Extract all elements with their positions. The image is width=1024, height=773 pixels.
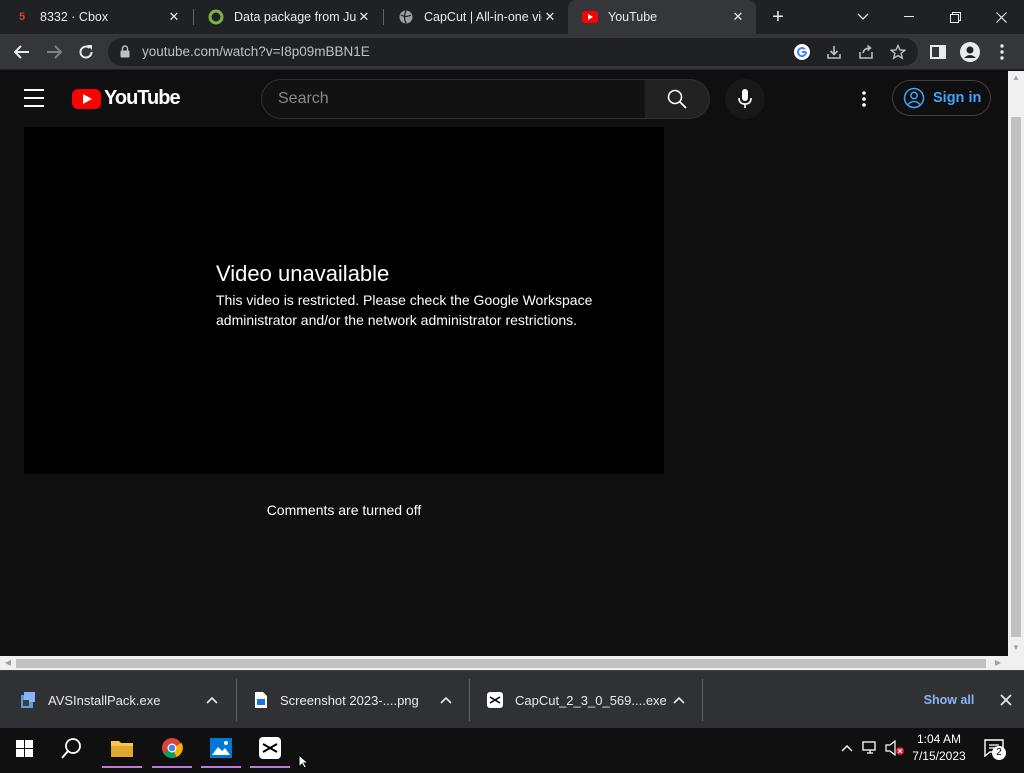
google-icon[interactable] [792, 42, 812, 62]
notification-count-badge: 2 [992, 746, 1006, 760]
youtube-masthead: YouTube Search Sign in [0, 71, 1008, 127]
system-clock[interactable]: 1:04 AM 7/15/2023 [908, 731, 970, 765]
download-filename: AVSInstallPack.exe [48, 692, 161, 708]
download-item[interactable]: Screenshot 2023-....png [254, 679, 464, 721]
close-icon[interactable]: ✕ [730, 9, 746, 25]
bookmark-star-icon[interactable] [888, 42, 908, 62]
account-circle-icon [903, 87, 925, 109]
download-separator [702, 679, 703, 721]
download-filename: CapCut_2_3_0_569....exe [515, 692, 667, 708]
tab-cbox[interactable]: 5 8332 · Cbox ✕ [0, 0, 192, 34]
tab-search-chevron-icon[interactable] [840, 0, 886, 34]
cbox-icon: 5 [18, 11, 26, 23]
tab-youtube[interactable]: YouTube ✕ [568, 0, 756, 34]
tab-capcut[interactable]: CapCut | All-in-one vid ✕ [384, 0, 568, 34]
search-icon [667, 89, 687, 109]
error-message: This video is restricted. Please check t… [216, 292, 593, 328]
download-shelf: AVSInstallPack.exe Screenshot 2023-....p… [0, 670, 1024, 728]
tab-title: Data package from July [234, 10, 356, 24]
chevron-up-icon[interactable] [671, 692, 687, 708]
action-center-icon[interactable]: 2 [980, 734, 1008, 762]
close-icon[interactable]: ✕ [542, 9, 558, 25]
install-app-icon[interactable] [824, 42, 844, 62]
show-all-button[interactable]: Show all [914, 687, 984, 713]
tab-strip: 5 8332 · Cbox ✕ Data package from July ✕… [0, 0, 1024, 34]
search-icon[interactable] [48, 728, 96, 768]
close-window-icon[interactable] [978, 0, 1024, 34]
url-text[interactable]: youtube.com/watch?v=I8p09mBBN1E [142, 44, 370, 59]
chrome-icon[interactable] [148, 728, 196, 768]
download-item[interactable]: CapCut_2_3_0_569....exe [487, 679, 697, 721]
reload-icon[interactable] [72, 38, 100, 66]
microphone-icon [738, 89, 752, 108]
settings-more-icon[interactable] [852, 87, 876, 111]
download-filename: Screenshot 2023-....png [280, 692, 419, 708]
search-input[interactable]: Search [261, 79, 646, 119]
windows-taskbar: 1:04 AM 7/15/2023 2 [0, 728, 1024, 768]
share-icon[interactable] [856, 42, 876, 62]
youtube-play-icon [72, 88, 101, 109]
installer-icon [21, 692, 35, 708]
voice-search-button[interactable] [725, 79, 765, 119]
search-button[interactable] [645, 79, 710, 119]
download-item[interactable]: AVSInstallPack.exe [20, 679, 230, 721]
capcut-icon [487, 692, 503, 708]
browser-toolbar: youtube.com/watch?v=I8p09mBBN1E [0, 34, 1024, 70]
photos-icon[interactable] [197, 728, 245, 768]
side-panel-icon[interactable] [924, 38, 952, 66]
tab-data-package[interactable]: Data package from July ✕ [194, 0, 382, 34]
hamburger-menu-icon[interactable] [24, 89, 48, 109]
volume-muted-icon[interactable] [885, 738, 905, 758]
horizontal-scrollbar[interactable]: ◀ ▶ [0, 656, 1008, 670]
back-arrow-icon[interactable] [8, 38, 36, 66]
minimize-icon[interactable] [886, 0, 932, 34]
close-shelf-icon[interactable] [996, 690, 1016, 710]
image-file-icon [255, 692, 267, 708]
clock-time: 1:04 AM [916, 732, 962, 746]
scrollbar-corner [1008, 656, 1024, 670]
vertical-scrollbar[interactable]: ▲ ▼ [1008, 71, 1024, 656]
tab-title: 8332 · Cbox [40, 10, 109, 24]
video-player[interactable]: Video unavailable This video is restrict… [24, 127, 664, 474]
chrome-menu-icon[interactable] [988, 38, 1016, 66]
network-icon[interactable] [861, 738, 881, 758]
data-package-icon [208, 9, 224, 25]
address-bar[interactable]: youtube.com/watch?v=I8p09mBBN1E [108, 38, 918, 66]
horizontal-scroll-thumb[interactable] [16, 659, 986, 668]
scroll-right-arrow-icon[interactable]: ▶ [992, 657, 1004, 669]
download-separator [236, 679, 237, 721]
sign-in-button[interactable]: Sign in [892, 80, 991, 116]
comments-status: Comments are turned off [266, 502, 422, 518]
show-hidden-icons-chevron-icon[interactable] [837, 738, 857, 758]
error-title: Video unavailable [216, 261, 390, 286]
lock-icon[interactable] [120, 45, 130, 63]
youtube-icon [582, 9, 598, 25]
file-explorer-icon[interactable] [98, 728, 146, 768]
download-separator [469, 679, 470, 721]
globe-icon [398, 9, 414, 25]
youtube-logo[interactable]: YouTube [72, 87, 181, 110]
search-placeholder: Search [278, 90, 329, 107]
youtube-wordmark: YouTube [104, 87, 181, 109]
close-icon[interactable]: ✕ [356, 9, 372, 25]
mouse-cursor-icon [298, 753, 310, 773]
profile-avatar-icon[interactable] [956, 38, 984, 66]
scroll-left-arrow-icon[interactable]: ◀ [2, 657, 14, 669]
chevron-up-icon[interactable] [438, 692, 454, 708]
capcut-icon[interactable] [246, 728, 294, 768]
clock-date: 7/15/2023 [912, 749, 966, 763]
tab-title: YouTube [608, 10, 658, 24]
close-icon[interactable]: ✕ [166, 9, 182, 25]
sign-in-label: Sign in [933, 90, 982, 106]
forward-arrow-icon[interactable] [40, 38, 68, 66]
scroll-down-arrow-icon[interactable]: ▼ [1011, 643, 1021, 653]
vertical-scroll-thumb[interactable] [1011, 117, 1021, 637]
tab-title: CapCut | All-in-one vid [424, 10, 542, 24]
restore-icon[interactable] [932, 0, 978, 34]
windows-start-icon[interactable] [0, 728, 48, 768]
new-tab-plus-icon[interactable]: + [766, 5, 790, 29]
scroll-up-arrow-icon[interactable]: ▲ [1011, 73, 1021, 83]
chevron-up-icon[interactable] [204, 692, 220, 708]
